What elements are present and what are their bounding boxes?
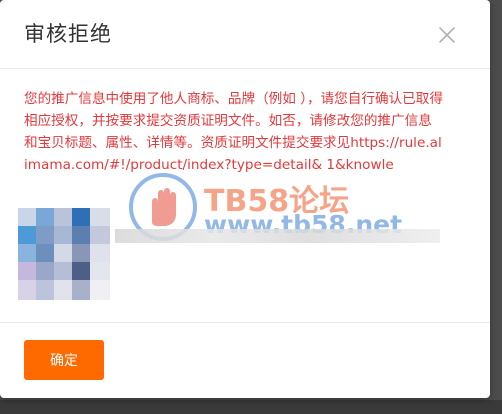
redacted-image [18, 208, 110, 300]
dialog-body: 您的推广信息中使用了他人商标、品牌（例如 ），请您自行确认已取得相应授权，并按要… [24, 88, 444, 176]
page-background-strip [0, 400, 502, 414]
rejection-message: 您的推广信息中使用了他人商标、品牌（例如 ），请您自行确认已取得相应授权，并按要… [24, 91, 443, 173]
rejection-dialog: 审核拒绝 您的推广信息中使用了他人商标、品牌（例如 ），请您自行确认已取得相应授… [0, 0, 490, 398]
dialog-title: 审核拒绝 [24, 22, 112, 46]
dialog-header: 审核拒绝 [0, 0, 490, 69]
confirm-button[interactable]: 确定 [24, 340, 104, 380]
redacted-text [115, 229, 440, 243]
dialog-footer: 确定 [0, 322, 490, 399]
close-button[interactable] [434, 22, 460, 48]
close-icon [439, 27, 455, 43]
